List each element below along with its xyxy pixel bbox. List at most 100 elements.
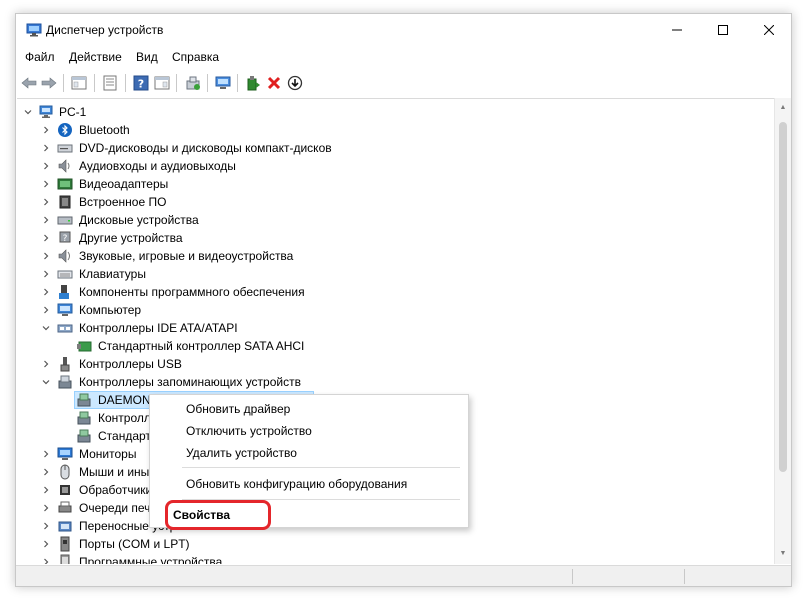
tree-category-item[interactable]: Программные устройства [17, 553, 774, 564]
chevron-right-icon[interactable] [42, 468, 50, 476]
minimize-button[interactable] [654, 14, 700, 46]
tree-category-item[interactable]: Видеоадаптеры [17, 175, 774, 193]
uninstall-icon [267, 76, 281, 90]
chevron-right-icon[interactable] [42, 288, 50, 296]
tree-category-item[interactable]: Порты (COM и LPT) [17, 535, 774, 553]
processor-icon [60, 485, 70, 495]
tree-category-item[interactable]: Контроллеры IDE ATA/ATAPI [17, 319, 774, 337]
storage-device-icon [77, 411, 91, 425]
tree-category-item[interactable]: Контроллеры USB [17, 355, 774, 373]
context-menu-update-driver[interactable]: Обновить драйвер [186, 402, 290, 416]
chevron-down-icon[interactable] [42, 378, 50, 386]
chevron-right-icon[interactable] [42, 306, 50, 314]
tree-category-item[interactable]: Дисковые устройства [17, 211, 774, 229]
printer-icon [58, 501, 72, 513]
scroll-up-icon[interactable]: ▲ [779, 104, 787, 112]
usb-icon [60, 357, 70, 372]
computer-icon [57, 303, 73, 316]
help-button[interactable]: ? [132, 74, 150, 92]
menu-bar: Файл Действие Вид Справка [16, 46, 791, 68]
menu-view[interactable]: Вид [136, 50, 158, 64]
tree-category-item[interactable]: Bluetooth [17, 121, 774, 139]
uninstall-button[interactable] [265, 74, 283, 92]
computer-icon [39, 105, 53, 118]
context-menu-scan-hardware[interactable]: Обновить конфигурацию оборудования [186, 477, 407, 491]
chevron-right-icon[interactable] [42, 450, 50, 458]
chevron-right-icon[interactable] [42, 126, 50, 134]
tree-item-label: Компьютер [79, 303, 142, 317]
disk-drive-icon [57, 216, 73, 225]
forward-button[interactable] [40, 74, 58, 92]
back-button[interactable] [20, 74, 38, 92]
forward-arrow-icon [41, 77, 57, 89]
scan-hardware-button[interactable] [214, 74, 232, 92]
tree-item-label: Дисковые устройства [79, 213, 199, 227]
chevron-right-icon[interactable] [42, 216, 50, 224]
show-hide-tree-icon [71, 76, 87, 90]
tree-item-label: Контроллеры USB [79, 357, 182, 371]
tree-category-item[interactable]: Аудиовходы и аудиовыходы [17, 157, 774, 175]
chevron-right-icon[interactable] [42, 198, 50, 206]
monitor-icon [57, 447, 73, 460]
tree-item-label: Мониторы [79, 447, 137, 461]
chevron-right-icon[interactable] [42, 162, 50, 170]
display-adapter-icon [57, 178, 73, 190]
add-driver-icon [247, 76, 260, 91]
tree-item-label: Программные устройства [79, 555, 223, 564]
vertical-scrollbar[interactable]: ▲ ▼ [774, 98, 791, 564]
update-driver-button[interactable] [184, 74, 202, 92]
disable-button[interactable] [286, 74, 304, 92]
scroll-down-icon[interactable]: ▼ [779, 550, 787, 558]
view-button[interactable] [153, 74, 171, 92]
chevron-right-icon[interactable] [42, 234, 50, 242]
chevron-right-icon[interactable] [42, 180, 50, 188]
tree-category-item[interactable]: ? Другие устройства [17, 229, 774, 247]
chevron-right-icon[interactable] [42, 558, 50, 564]
tree-category-item[interactable]: Звуковые, игровые и видеоустройства [17, 247, 774, 265]
bluetooth-icon [58, 123, 72, 137]
tree-item-label: Видеоадаптеры [79, 177, 169, 191]
dvd-icon [57, 144, 73, 153]
tree-category-item[interactable]: Компьютер [17, 301, 774, 319]
properties-button[interactable] [101, 74, 119, 92]
chevron-right-icon[interactable] [42, 540, 50, 548]
menu-help[interactable]: Справка [172, 50, 219, 64]
chevron-right-icon[interactable] [42, 522, 50, 530]
tree-root[interactable]: PC-1 [17, 103, 774, 121]
tree-item-label: Компоненты программного обеспечения [79, 285, 305, 299]
tree-category-item[interactable]: Клавиатуры [17, 265, 774, 283]
tree-category-item[interactable]: DVD-дисководы и дисководы компакт-дисков [17, 139, 774, 157]
tree-device-item[interactable]: Стандартный контроллер SATA AHCI [17, 337, 774, 355]
chevron-right-icon[interactable] [42, 144, 50, 152]
chevron-right-icon[interactable] [42, 504, 50, 512]
chevron-right-icon[interactable] [42, 270, 50, 278]
tree-category-item[interactable]: Контроллеры запоминающих устройств [17, 373, 774, 391]
menu-file[interactable]: Файл [25, 50, 55, 64]
storage-device-icon [77, 429, 91, 443]
tree-category-item[interactable]: Компоненты программного обеспечения [17, 283, 774, 301]
chevron-down-icon[interactable] [42, 324, 50, 332]
context-menu-uninstall-device[interactable]: Удалить устройство [186, 446, 297, 460]
show-hide-tree-button[interactable] [70, 74, 88, 92]
tree-category-item[interactable]: Встроенное ПО [17, 193, 774, 211]
tree-item-label: Порты (COM и LPT) [79, 537, 190, 551]
properties-icon [103, 75, 117, 91]
menu-action[interactable]: Действие [69, 50, 122, 64]
chevron-down-icon[interactable] [24, 108, 32, 116]
maximize-button[interactable] [700, 14, 746, 46]
tree-item-label: Bluetooth [79, 123, 130, 137]
storage-controller-icon [58, 375, 72, 389]
maximize-icon [718, 25, 728, 35]
chevron-right-icon[interactable] [42, 360, 50, 368]
firmware-icon [59, 195, 71, 209]
scrollbar-thumb[interactable] [779, 122, 787, 472]
update-driver-icon [186, 76, 200, 90]
svg-text:?: ? [138, 78, 144, 91]
back-arrow-icon [21, 77, 37, 89]
chevron-right-icon[interactable] [42, 486, 50, 494]
view-icon [154, 76, 170, 90]
context-menu-disable-device[interactable]: Отключить устройство [186, 424, 312, 438]
close-button[interactable] [746, 14, 791, 46]
add-driver-button[interactable] [244, 74, 262, 92]
chevron-right-icon[interactable] [42, 252, 50, 260]
